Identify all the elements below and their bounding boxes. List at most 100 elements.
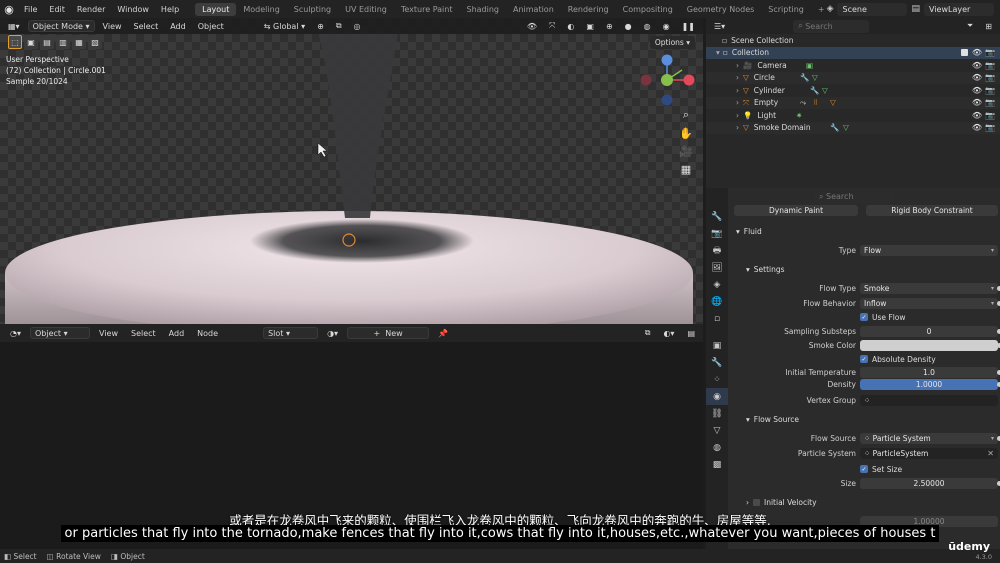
- editor-type-icon[interactable]: ▦▾: [4, 20, 24, 32]
- outliner[interactable]: ☰▾ ⌕ Search ⏷ ⊞ ▫ Scene Collection ▾ ▫ C…: [706, 18, 1000, 188]
- outliner-item[interactable]: › 💡 Light ✷ 👁 📷: [706, 109, 1000, 122]
- pause-render-icon[interactable]: ❚❚: [678, 20, 699, 32]
- particle-system-field[interactable]: ⁘ ParticleSystem ✕: [860, 447, 998, 459]
- settings-panel-header[interactable]: ▾ Settings: [746, 265, 785, 274]
- material-tab-icon[interactable]: ◍: [706, 439, 728, 456]
- set-size-checkbox[interactable]: ✓ Set Size: [860, 465, 902, 474]
- visibility-icon[interactable]: 👁: [972, 61, 982, 70]
- properties-editor[interactable]: 🔧 📷 🖶 🖼 ◈ 🌐 ▫ ▣ 🔧 ⁘ ◉ ⛓ ▽ ◍ ▩ ⌕ Search D…: [706, 188, 1000, 549]
- node-overlay-icon[interactable]: ◐▾: [659, 327, 678, 339]
- render-visibility-icon[interactable]: 📷: [985, 123, 995, 132]
- tab-rendering[interactable]: Rendering: [561, 3, 616, 16]
- collection-row[interactable]: ▾ ▫ Collection 👁 📷: [706, 46, 1000, 59]
- tab-shading[interactable]: Shading: [459, 3, 506, 16]
- collection-expand-icon[interactable]: ▾: [716, 48, 720, 57]
- pivot-icon[interactable]: ⊕: [313, 20, 328, 32]
- menu-help[interactable]: Help: [155, 5, 185, 14]
- tab-uv-editing[interactable]: UV Editing: [338, 3, 394, 16]
- snap-icon[interactable]: ⧉: [332, 20, 346, 32]
- viewport-menu-add[interactable]: Add: [166, 20, 190, 32]
- tab-animation[interactable]: Animation: [506, 3, 561, 16]
- size-field[interactable]: 2.50000: [860, 477, 1000, 489]
- proportional-edit-icon[interactable]: ◎: [350, 20, 365, 32]
- properties-search[interactable]: ⌕ Search: [814, 190, 894, 203]
- expand-icon[interactable]: ›: [736, 86, 739, 95]
- type-dropdown[interactable]: Flow ▾: [860, 244, 998, 256]
- physics-tab-icon[interactable]: ◉: [706, 388, 728, 405]
- select-extend-icon[interactable]: ▤: [40, 35, 54, 49]
- tab-texture-paint[interactable]: Texture Paint: [394, 3, 460, 16]
- visibility-icon[interactable]: 👁: [972, 73, 982, 82]
- visibility-icon[interactable]: 👁: [972, 86, 982, 95]
- pan-hand-icon[interactable]: ✋: [677, 124, 695, 142]
- scene-tab-icon[interactable]: ◈: [706, 276, 728, 293]
- data-tab-icon[interactable]: ▽: [706, 422, 728, 439]
- expand-icon[interactable]: ›: [736, 111, 739, 120]
- outliner-search[interactable]: ⌕ Search: [793, 19, 870, 33]
- viewport-menu-object[interactable]: Object: [194, 20, 228, 32]
- blender-logo-icon[interactable]: ◉: [0, 0, 18, 18]
- sampling-field[interactable]: 0: [860, 325, 1000, 337]
- outliner-item[interactable]: › 🎥 Camera ▣ 👁 📷: [706, 59, 1000, 72]
- density-field[interactable]: 1.0000: [860, 378, 1000, 390]
- fluid-panel-header[interactable]: ▾ Fluid: [736, 227, 762, 236]
- expand-icon[interactable]: ›: [736, 123, 739, 132]
- render-visibility-icon[interactable]: 📷: [985, 61, 995, 70]
- outliner-editor-icon[interactable]: ☰▾: [710, 20, 729, 32]
- expand-icon[interactable]: ›: [736, 73, 739, 82]
- collection-checkbox[interactable]: [961, 49, 968, 57]
- mode-selector[interactable]: Object Mode ▾: [27, 20, 95, 32]
- select-invert-icon[interactable]: ▦: [72, 35, 86, 49]
- visibility-icon[interactable]: 👁: [972, 123, 982, 132]
- outliner-item[interactable]: › ▽ Circle 🔧 ▽ 👁 📷: [706, 71, 1000, 84]
- overlay-toggle-icon[interactable]: ◐: [563, 20, 578, 32]
- expand-icon[interactable]: ›: [736, 61, 739, 70]
- new-collection-icon[interactable]: ⊞: [981, 20, 996, 32]
- collection-tab-icon[interactable]: ▫: [706, 310, 728, 327]
- rendered-shading-icon[interactable]: ◉: [659, 20, 674, 32]
- navigation-gizmo[interactable]: [640, 54, 695, 106]
- shader-type-selector[interactable]: Object ▾: [30, 327, 90, 339]
- outliner-item[interactable]: › ⤧ Empty ⤳ ⦚⦚ ▽ 👁 📷: [706, 96, 1000, 109]
- node-sidebar-icon[interactable]: ▤: [683, 327, 699, 339]
- node-menu-node[interactable]: Node: [193, 327, 222, 339]
- menu-window[interactable]: Window: [111, 5, 155, 14]
- particles-tab-icon[interactable]: ⁘: [706, 371, 728, 388]
- camera-view-icon[interactable]: 🎥: [677, 142, 695, 160]
- options-button[interactable]: Options ▾: [649, 36, 695, 49]
- select-box-tool-icon[interactable]: ⬚: [8, 35, 22, 49]
- initial-velocity-panel-header[interactable]: › Initial Velocity: [746, 498, 817, 507]
- viewport-menu-select[interactable]: Select: [130, 20, 163, 32]
- new-material-button[interactable]: + New: [347, 327, 430, 339]
- slot-selector[interactable]: Slot ▾: [263, 327, 319, 339]
- visibility-icon[interactable]: 👁: [523, 20, 541, 32]
- viewport-menu-view[interactable]: View: [99, 20, 126, 32]
- 3d-viewport[interactable]: ▦▾ Object Mode ▾ View Select Add Object …: [0, 18, 703, 324]
- object-tab-icon[interactable]: ▣: [706, 337, 728, 354]
- menu-edit[interactable]: Edit: [43, 5, 71, 14]
- flow-behavior-dropdown[interactable]: Inflow ▾: [860, 297, 1000, 309]
- texture-tab-icon[interactable]: ▩: [706, 456, 728, 473]
- use-flow-checkbox[interactable]: ✓ Use Flow: [860, 313, 906, 322]
- view-layer-field[interactable]: ViewLayer: [924, 2, 994, 16]
- render-visibility-icon[interactable]: 📷: [985, 73, 995, 82]
- view-layer-tab-icon[interactable]: 🖼: [706, 259, 728, 276]
- select-new-icon[interactable]: ▣: [24, 35, 38, 49]
- tab-geometry-nodes[interactable]: Geometry Nodes: [680, 3, 761, 16]
- initial-temperature-field[interactable]: 1.0: [860, 366, 1000, 378]
- perspective-grid-icon[interactable]: ▦: [677, 160, 695, 178]
- render-visibility-icon[interactable]: 📷: [985, 86, 995, 95]
- transform-orientation[interactable]: ⇆ Global ▾: [260, 20, 309, 32]
- visibility-icon[interactable]: 👁: [972, 111, 982, 120]
- menu-file[interactable]: File: [18, 5, 43, 14]
- constraints-tab-icon[interactable]: ⛓: [706, 405, 728, 422]
- wireframe-shading-icon[interactable]: ⊕: [602, 20, 617, 32]
- collection-render-icon[interactable]: 📷: [985, 48, 995, 57]
- node-menu-add[interactable]: Add: [165, 327, 189, 339]
- tab-modeling[interactable]: Modeling: [236, 3, 286, 16]
- pin-icon[interactable]: 📌: [434, 327, 452, 339]
- world-tab-icon[interactable]: 🌐: [706, 293, 728, 310]
- dynamic-paint-button[interactable]: Dynamic Paint: [734, 205, 858, 216]
- collection-visibility-icon[interactable]: 👁: [972, 48, 982, 57]
- tab-layout[interactable]: Layout: [195, 2, 237, 16]
